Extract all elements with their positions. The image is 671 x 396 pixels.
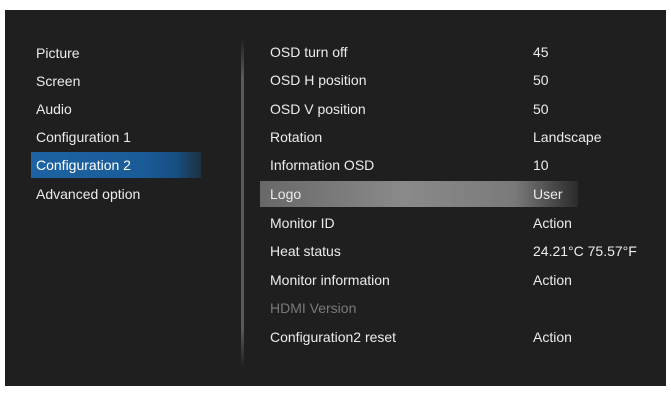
setting-label: OSD V position bbox=[270, 101, 366, 117]
setting-label: Heat status bbox=[270, 243, 341, 259]
osd-menu-panel: Picture Screen Audio Configuration 1 Con… bbox=[5, 10, 666, 386]
menu-item-picture[interactable]: Picture bbox=[31, 40, 206, 66]
setting-value: 10 bbox=[533, 157, 549, 173]
menu-item-configuration-2[interactable]: Configuration 2 bbox=[31, 152, 201, 178]
setting-row-hdmi-version: HDMI Version bbox=[260, 295, 578, 321]
setting-value: Action bbox=[533, 215, 572, 231]
setting-label: Monitor information bbox=[270, 272, 390, 288]
setting-label: OSD turn off bbox=[270, 44, 348, 60]
setting-value: 45 bbox=[533, 44, 549, 60]
setting-row-logo[interactable]: Logo User bbox=[260, 181, 578, 207]
setting-row-osd-v-position[interactable]: OSD V position 50 bbox=[260, 96, 578, 122]
setting-row-rotation[interactable]: Rotation Landscape bbox=[260, 124, 602, 150]
setting-value: Action bbox=[533, 329, 572, 345]
setting-value: Action bbox=[533, 272, 572, 288]
setting-value: Landscape bbox=[533, 129, 602, 145]
setting-row-information-osd[interactable]: Information OSD 10 bbox=[260, 152, 578, 178]
setting-label: Information OSD bbox=[270, 157, 375, 173]
setting-row-monitor-id[interactable]: Monitor ID Action bbox=[260, 210, 578, 236]
setting-row-heat-status[interactable]: Heat status 24.21°C 75.57°F bbox=[260, 238, 637, 264]
setting-label: Configuration2 reset bbox=[270, 329, 397, 345]
setting-label: Monitor ID bbox=[270, 215, 335, 231]
setting-value: 50 bbox=[533, 101, 549, 117]
setting-value: 50 bbox=[533, 72, 549, 88]
setting-row-osd-turn-off[interactable]: OSD turn off 45 bbox=[260, 39, 578, 65]
category-menu: Picture Screen Audio Configuration 1 Con… bbox=[5, 10, 240, 386]
menu-divider bbox=[241, 38, 244, 368]
settings-list: OSD turn off 45 OSD H position 50 OSD V … bbox=[260, 10, 666, 386]
setting-row-osd-h-position[interactable]: OSD H position 50 bbox=[260, 67, 578, 93]
menu-item-configuration-1[interactable]: Configuration 1 bbox=[31, 124, 206, 150]
menu-item-advanced-option[interactable]: Advanced option bbox=[31, 181, 206, 207]
setting-value: User bbox=[533, 186, 563, 202]
menu-item-screen[interactable]: Screen bbox=[31, 68, 206, 94]
setting-row-configuration2-reset[interactable]: Configuration2 reset Action bbox=[260, 324, 578, 350]
setting-label: Rotation bbox=[270, 129, 323, 145]
setting-row-monitor-information[interactable]: Monitor information Action bbox=[260, 267, 578, 293]
setting-value: 24.21°C 75.57°F bbox=[533, 243, 637, 259]
setting-label: HDMI Version bbox=[270, 300, 357, 316]
menu-item-audio[interactable]: Audio bbox=[31, 96, 206, 122]
setting-label: Logo bbox=[270, 186, 302, 202]
setting-label: OSD H position bbox=[270, 72, 367, 88]
